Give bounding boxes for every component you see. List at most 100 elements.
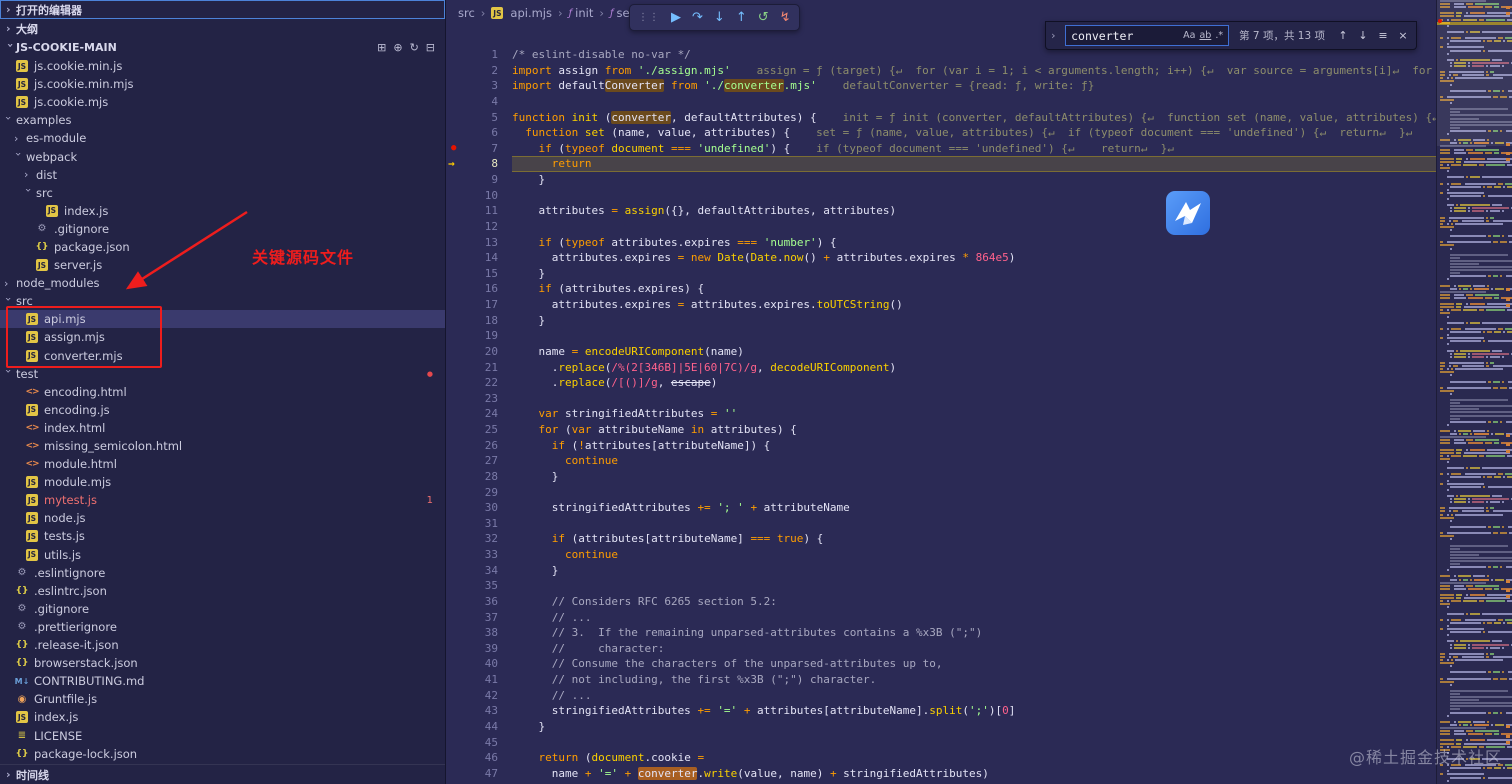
whole-word-icon[interactable]: ab xyxy=(1199,30,1211,41)
line-number[interactable]: 5 xyxy=(446,110,512,126)
line-number[interactable]: 44 xyxy=(446,719,512,735)
code-line-22[interactable]: 22 .replace(/[()]/g, escape) xyxy=(446,375,1437,391)
line-number[interactable]: 14 xyxy=(446,250,512,266)
code-line-11[interactable]: 11 attributes = assign({}, defaultAttrib… xyxy=(446,203,1437,219)
tree-file-js.cookie.min.mjs[interactable]: JSjs.cookie.min.mjs xyxy=(0,75,445,93)
code-line-27[interactable]: 27 continue xyxy=(446,453,1437,469)
tree-file-api.mjs[interactable]: JSapi.mjs xyxy=(0,310,445,328)
line-number[interactable]: 25 xyxy=(446,422,512,438)
line-number[interactable]: 19 xyxy=(446,328,512,344)
code-line-41[interactable]: 41 // not including, the first %x3B (";"… xyxy=(446,672,1437,688)
code-line-43[interactable]: 43 stringifiedAttributes += '=' + attrib… xyxy=(446,703,1437,719)
step-out-button[interactable]: ↑ xyxy=(736,11,747,24)
line-number[interactable]: 31 xyxy=(446,516,512,532)
code-line-38[interactable]: 38 // 3. If the remaining unparsed-attri… xyxy=(446,625,1437,641)
line-number[interactable]: 34 xyxy=(446,563,512,579)
line-number[interactable]: 38 xyxy=(446,625,512,641)
tree-file-missing_semicolon.html[interactable]: <>missing_semicolon.html xyxy=(0,437,445,455)
code-line-21[interactable]: 21 .replace(/%(2[346B]|5E|60|7C)/g, deco… xyxy=(446,360,1437,376)
tree-folder-node_modules[interactable]: ›node_modules xyxy=(0,274,445,292)
code-line-8[interactable]: →8 return xyxy=(446,156,1437,172)
tree-file-.eslintrc.json[interactable]: {}.eslintrc.json xyxy=(0,582,445,600)
line-number[interactable]: 11 xyxy=(446,203,512,219)
line-number[interactable]: 21 xyxy=(446,360,512,376)
new-file-icon[interactable]: ⊞ xyxy=(377,41,386,54)
tree-file-mytest.js[interactable]: JSmytest.js1 xyxy=(0,491,445,509)
line-number[interactable]: 18 xyxy=(446,313,512,329)
minimap[interactable] xyxy=(1436,0,1512,784)
line-number[interactable]: 16 xyxy=(446,281,512,297)
code-line-10[interactable]: 10 xyxy=(446,188,1437,204)
code-line-29[interactable]: 29 xyxy=(446,485,1437,501)
find-previous-icon[interactable]: ↑ xyxy=(1335,29,1351,42)
tree-folder-webpack[interactable]: ›webpack xyxy=(0,147,445,165)
tree-folder-examples[interactable]: ›examples xyxy=(0,111,445,129)
code-line-44[interactable]: 44 } xyxy=(446,719,1437,735)
breadcrumb-item-src[interactable]: src xyxy=(458,6,475,20)
code-line-14[interactable]: 14 attributes.expires = new Date(Date.no… xyxy=(446,250,1437,266)
tree-file-LICENSE[interactable]: ≣LICENSE xyxy=(0,726,445,744)
tree-folder-src[interactable]: ›src xyxy=(0,184,445,202)
code-line-23[interactable]: 23 xyxy=(446,391,1437,407)
tree-file-node.js[interactable]: JSnode.js xyxy=(0,509,445,527)
code-line-3[interactable]: 3import defaultConverter from './convert… xyxy=(446,78,1437,94)
line-number[interactable]: 12 xyxy=(446,219,512,235)
refresh-explorer-icon[interactable]: ↻ xyxy=(410,41,419,54)
code-line-30[interactable]: 30 stringifiedAttributes += '; ' + attri… xyxy=(446,500,1437,516)
code-line-36[interactable]: 36 // Considers RFC 6265 section 5.2: xyxy=(446,594,1437,610)
line-number[interactable]: 20 xyxy=(446,344,512,360)
tree-file-server.js[interactable]: JSserver.js xyxy=(0,256,445,274)
line-number[interactable]: 4 xyxy=(446,94,512,110)
tree-file-utils.js[interactable]: JSutils.js xyxy=(0,546,445,564)
code-line-45[interactable]: 45 xyxy=(446,735,1437,751)
tree-file-converter.mjs[interactable]: JSconverter.mjs xyxy=(0,347,445,365)
tree-folder-src[interactable]: ›src xyxy=(0,292,445,310)
code-line-40[interactable]: 40 // Consume the characters of the unpa… xyxy=(446,656,1437,672)
open-editors-section-header[interactable]: › 打开的编辑器 xyxy=(0,0,445,19)
regex-icon[interactable]: .* xyxy=(1215,30,1223,41)
code-line-42[interactable]: 42 // ... xyxy=(446,688,1437,704)
line-number[interactable]: 15 xyxy=(446,266,512,282)
line-number[interactable]: 1 xyxy=(446,47,512,63)
line-number[interactable]: 42 xyxy=(446,688,512,704)
step-over-button[interactable]: ↷ xyxy=(692,11,703,24)
line-number[interactable]: 13 xyxy=(446,235,512,251)
code-line-17[interactable]: 17 attributes.expires = attributes.expir… xyxy=(446,297,1437,313)
line-number[interactable]: 24 xyxy=(446,406,512,422)
project-section-header[interactable]: › JS-COOKIE-MAIN ⊞⊕↻⊟ xyxy=(0,38,445,57)
tree-file-.eslintignore[interactable]: ⚙.eslintignore xyxy=(0,564,445,582)
line-number[interactable]: 17 xyxy=(446,297,512,313)
continue-button[interactable]: ▶ xyxy=(671,11,681,24)
code-line-15[interactable]: 15 } xyxy=(446,266,1437,282)
line-number[interactable]: 2 xyxy=(446,63,512,79)
tree-file-.prettierignore[interactable]: ⚙.prettierignore xyxy=(0,618,445,636)
step-into-button[interactable]: ↓ xyxy=(714,11,725,24)
line-number[interactable]: 3 xyxy=(446,78,512,94)
line-number[interactable]: 32 xyxy=(446,531,512,547)
line-number[interactable]: 22 xyxy=(446,375,512,391)
code-line-33[interactable]: 33 continue xyxy=(446,547,1437,563)
tree-file-package.json[interactable]: {}package.json xyxy=(0,238,445,256)
code-line-4[interactable]: 4 xyxy=(446,94,1437,110)
code-line-31[interactable]: 31 xyxy=(446,516,1437,532)
find-in-selection-icon[interactable]: ≡ xyxy=(1375,29,1391,42)
code-line-24[interactable]: 24 var stringifiedAttributes = '' xyxy=(446,406,1437,422)
new-folder-icon[interactable]: ⊕ xyxy=(393,41,402,54)
tree-file-js.cookie.mjs[interactable]: JSjs.cookie.mjs xyxy=(0,93,445,111)
code-line-25[interactable]: 25 for (var attributeName in attributes)… xyxy=(446,422,1437,438)
tree-file-index.js[interactable]: JSindex.js xyxy=(0,202,445,220)
code-line-6[interactable]: 6 function set (name, value, attributes)… xyxy=(446,125,1437,141)
toggle-replace-icon[interactable]: › xyxy=(1051,29,1061,42)
tree-file-.gitignore[interactable]: ⚙.gitignore xyxy=(0,220,445,238)
tree-folder-dist[interactable]: ›dist xyxy=(0,166,445,184)
line-number[interactable]: 26 xyxy=(446,438,512,454)
line-number[interactable]: 46 xyxy=(446,750,512,766)
line-number[interactable]: 29 xyxy=(446,485,512,501)
tree-file-browserstack.json[interactable]: {}browserstack.json xyxy=(0,654,445,672)
line-number[interactable]: 23 xyxy=(446,391,512,407)
tree-file-.gitignore[interactable]: ⚙.gitignore xyxy=(0,600,445,618)
tree-file-package-lock.json[interactable]: {}package-lock.json xyxy=(0,745,445,763)
code-line-46[interactable]: 46 return (document.cookie = xyxy=(446,750,1437,766)
tree-file-tests.js[interactable]: JStests.js xyxy=(0,527,445,545)
line-number[interactable]: 33 xyxy=(446,547,512,563)
